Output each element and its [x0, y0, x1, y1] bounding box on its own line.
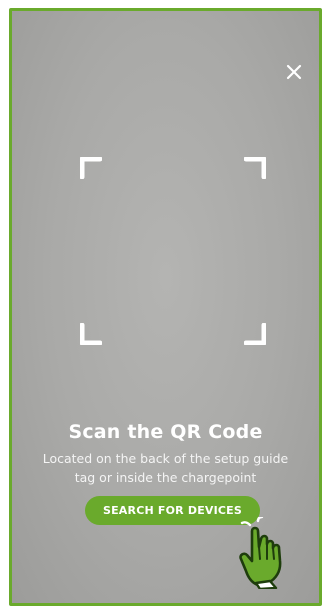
scan-title: Scan the QR Code — [68, 421, 263, 443]
close-icon — [286, 64, 302, 80]
scan-instructions: Located on the back of the setup guide t… — [26, 449, 305, 487]
search-for-devices-label: SEARCH FOR DEVICES — [102, 504, 243, 517]
close-button[interactable] — [283, 61, 305, 83]
scan-instructions-line-1: Located on the back of the setup guide — [42, 451, 289, 466]
viewfinder-corner-top-left — [80, 157, 102, 179]
qr-scanner-screen: Scan the QR Code Located on the back of … — [9, 8, 322, 606]
search-for-devices-button[interactable]: SEARCH FOR DEVICES — [85, 496, 260, 525]
viewfinder-corner-bottom-right — [244, 323, 266, 345]
scan-instructions-line-2: tag or inside the chargepoint — [74, 470, 257, 485]
hand-pointer-icon — [236, 517, 306, 589]
viewfinder-corner-bottom-left — [80, 323, 102, 345]
viewfinder-corner-top-right — [244, 157, 266, 179]
